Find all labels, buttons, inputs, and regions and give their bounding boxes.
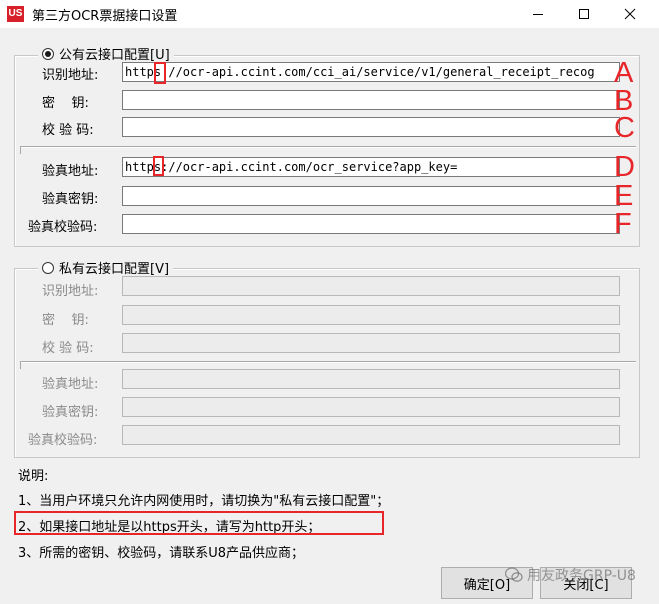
marker-letter-c: C xyxy=(614,112,635,144)
private-separator-tick xyxy=(20,361,21,369)
private-cloud-legend-label: 私有云接口配置[V] xyxy=(59,262,170,277)
private-verify-checksum-label: 验真校验码: xyxy=(28,433,98,448)
minimize-icon xyxy=(533,14,543,15)
key-input[interactable] xyxy=(122,90,620,110)
verify-checksum-label: 验真校验码: xyxy=(28,220,98,235)
key-label: 密 钥: xyxy=(42,96,89,111)
private-separator xyxy=(20,361,636,363)
private-key-label: 密 钥: xyxy=(42,313,89,328)
marker-letter-f: F xyxy=(614,208,632,240)
private-verify-url-label: 验真地址: xyxy=(42,377,99,392)
minimize-button[interactable] xyxy=(515,0,561,28)
annotation-box-s-recognize xyxy=(154,62,166,84)
note-highlight-box xyxy=(14,511,384,535)
private-verify-key-input[interactable] xyxy=(122,397,620,417)
watermark: 用友政务GRP-U8 xyxy=(505,565,636,585)
public-separator xyxy=(20,146,636,148)
public-cloud-legend-label: 公有云接口配置[U] xyxy=(59,48,170,63)
private-verify-checksum-input[interactable] xyxy=(122,425,620,445)
recognize-url-label: 识别地址: xyxy=(42,68,99,83)
recognize-url-input[interactable]: https://ocr-api.ccint.com/cci_ai/service… xyxy=(122,62,620,82)
maximize-icon xyxy=(579,9,589,19)
marker-letter-d: D xyxy=(614,151,635,183)
checksum-label: 校 验 码: xyxy=(42,123,94,138)
private-cloud-legend[interactable]: 私有云接口配置[V] xyxy=(38,258,174,277)
private-cloud-radio[interactable] xyxy=(42,261,54,274)
note-item-1: 1、当用户环境只允许内网使用时，请切换为"私有云接口配置"； xyxy=(18,494,390,509)
watermark-text: 用友政务GRP-U8 xyxy=(527,568,636,584)
window-title: 第三方OCR票据接口设置 xyxy=(32,9,178,24)
annotation-box-s-verify xyxy=(153,156,164,176)
private-checksum-input[interactable] xyxy=(122,333,620,353)
maximize-button[interactable] xyxy=(561,0,607,28)
marker-letter-a: A xyxy=(614,57,634,89)
private-checksum-label: 校 验 码: xyxy=(42,341,94,356)
private-verify-url-input[interactable] xyxy=(122,369,620,389)
close-window-button[interactable] xyxy=(607,0,653,28)
public-cloud-radio[interactable] xyxy=(42,47,54,60)
marker-letter-e: E xyxy=(614,180,634,212)
public-cloud-legend[interactable]: 公有云接口配置[U] xyxy=(38,44,174,63)
verify-checksum-input[interactable] xyxy=(122,214,620,234)
note-item-3: 3、所需的密钥、校验码，请联系U8产品供应商； xyxy=(18,546,305,561)
private-recognize-url-label: 识别地址: xyxy=(42,284,99,299)
title-bar: US 第三方OCR票据接口设置 xyxy=(0,0,659,28)
verify-key-label: 验真密钥: xyxy=(42,192,99,207)
public-separator-tick xyxy=(20,146,21,154)
verify-url-input[interactable]: https://ocr-api.ccint.com/ocr_service?ap… xyxy=(122,157,620,177)
verify-url-label: 验真地址: xyxy=(42,164,99,179)
wechat-icon xyxy=(505,567,523,582)
app-logo: US xyxy=(7,6,24,22)
private-verify-key-label: 验真密钥: xyxy=(42,405,99,420)
close-icon xyxy=(624,8,636,20)
private-key-input[interactable] xyxy=(122,305,620,325)
checksum-input[interactable] xyxy=(122,117,620,137)
verify-key-input[interactable] xyxy=(122,186,620,206)
private-recognize-url-input[interactable] xyxy=(122,276,620,296)
notes-heading: 说明: xyxy=(18,469,49,484)
